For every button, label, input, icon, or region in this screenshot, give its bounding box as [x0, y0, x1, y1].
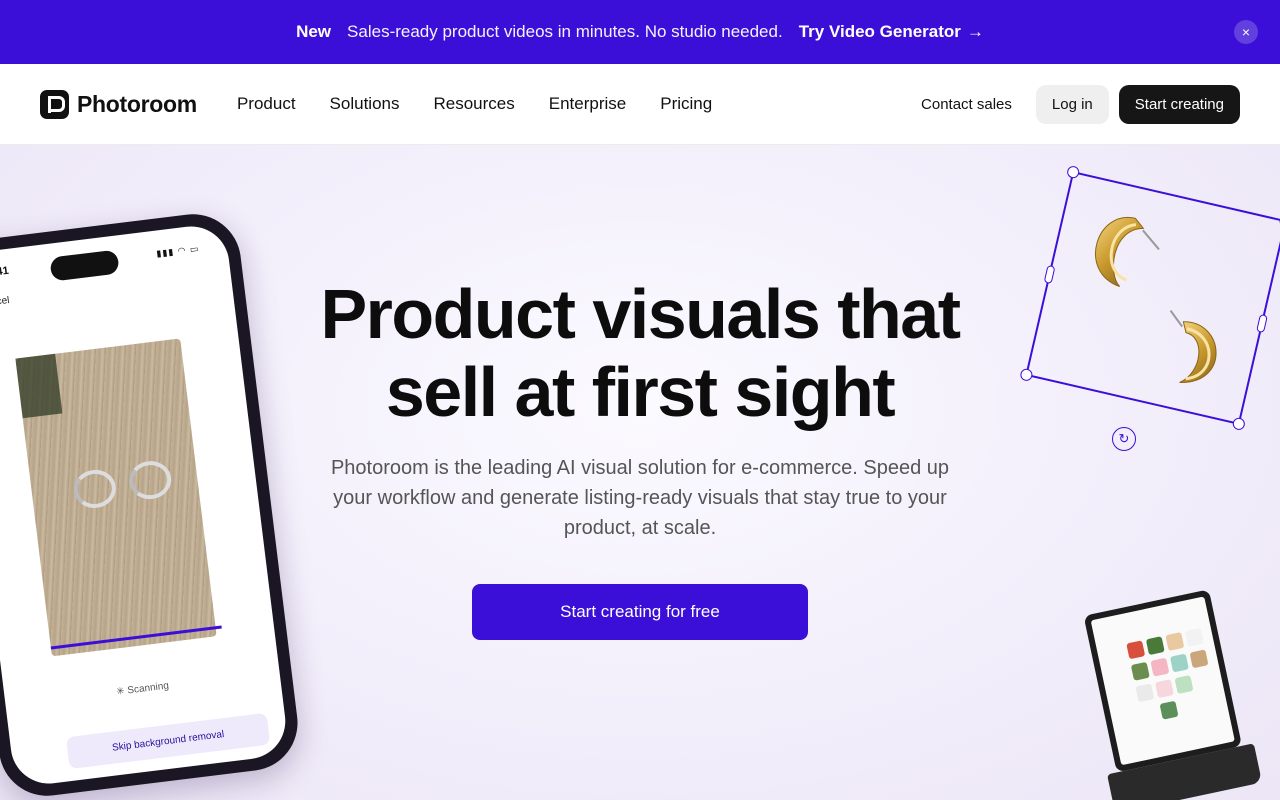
earring-ring: [71, 467, 119, 511]
main-menu: Product Solutions Resources Enterprise P…: [237, 94, 712, 114]
close-icon[interactable]: ×: [1234, 20, 1258, 44]
thumbnail: [1126, 640, 1146, 660]
announcement-bar: New Sales-ready product videos in minute…: [0, 0, 1280, 64]
rotate-icon[interactable]: ↻: [1112, 427, 1136, 451]
thumbnail: [1169, 653, 1189, 673]
start-creating-for-free-button[interactable]: Start creating for free: [472, 584, 808, 640]
thumbnail: [1159, 700, 1179, 720]
scanning-label: Scanning: [126, 680, 170, 697]
thumbnail: [1130, 661, 1150, 681]
nav-actions: Contact sales Log in Start creating: [907, 84, 1240, 124]
nav-item-pricing[interactable]: Pricing: [660, 94, 712, 114]
logo-text: Photoroom: [77, 90, 197, 117]
thumbnail: [1154, 679, 1174, 699]
contact-sales-link[interactable]: Contact sales: [907, 86, 1026, 123]
nav-item-enterprise[interactable]: Enterprise: [549, 94, 626, 114]
thumbnail: [1189, 649, 1209, 669]
nav-item-product[interactable]: Product: [237, 94, 296, 114]
top-navigation: Photoroom Product Solutions Resources En…: [0, 64, 1280, 145]
hero-section: 9:41 ▮▮▮ ◠ ▭ Cancel ✳ Scanning Skip back…: [0, 145, 1280, 800]
try-video-generator-link[interactable]: Try Video Generator →: [799, 22, 984, 42]
thumbnail: [1184, 627, 1204, 647]
spinner-icon: ✳: [115, 685, 126, 698]
thumbnail: [1150, 657, 1170, 677]
hero-subtext: Photoroom is the leading AI visual solut…: [330, 457, 950, 539]
cta-label: Try Video Generator: [798, 22, 961, 41]
status-bar-icons: ▮▮▮ ◠ ▭: [155, 243, 200, 259]
thumbnail: [1165, 632, 1185, 651]
thumbnail: [1145, 636, 1165, 656]
logo[interactable]: Photoroom: [40, 89, 197, 119]
laptop-screen: [1083, 589, 1243, 773]
thumbnail: [1135, 683, 1155, 703]
laptop-mockup: [1074, 587, 1266, 800]
laptop-app-preview: [1090, 596, 1235, 766]
earring-ring: [127, 458, 174, 502]
announcement-message: Sales-ready product videos in minutes. N…: [347, 22, 783, 41]
start-creating-button[interactable]: Start creating: [1118, 84, 1240, 124]
nav-item-solutions[interactable]: Solutions: [330, 94, 400, 114]
photoroom-logo-icon: [40, 89, 69, 119]
announcement-tag: New: [296, 22, 332, 41]
scanning-status: ✳ Scanning: [5, 667, 280, 712]
login-button[interactable]: Log in: [1035, 84, 1109, 124]
nav-item-resources[interactable]: Resources: [433, 94, 514, 114]
arrow-right-icon: →: [966, 22, 984, 41]
thumbnail: [1174, 675, 1194, 695]
